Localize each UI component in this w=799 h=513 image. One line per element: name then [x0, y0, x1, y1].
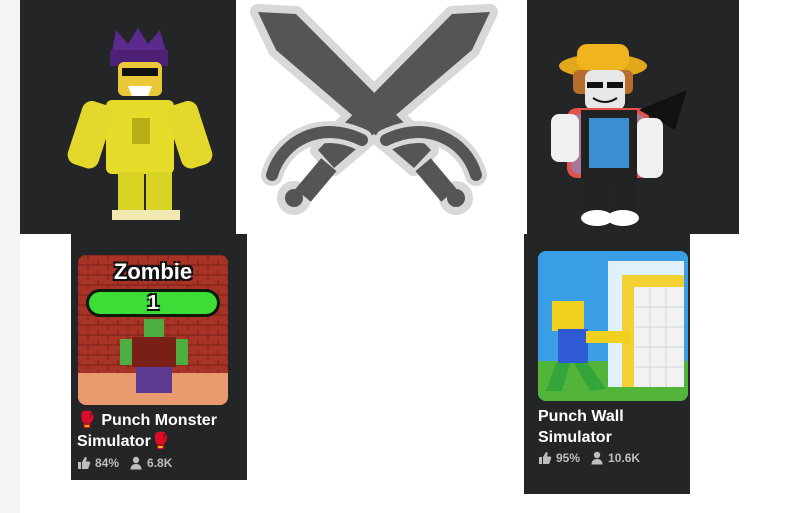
- thumbs-up-icon: [539, 452, 552, 464]
- players-stat: 6.8K: [129, 456, 172, 470]
- battle-icon-area: [236, 0, 527, 234]
- player-avatar-right[interactable]: [527, 0, 739, 234]
- person-icon: [130, 456, 142, 470]
- game-thumbnail[interactable]: Zombie 1: [78, 255, 228, 405]
- game-stats: 95% 10.6K: [538, 451, 650, 465]
- avatar-bucket-hat-icon: [551, 44, 687, 226]
- game-title[interactable]: Punch Wall Simulator: [538, 406, 688, 448]
- thumbnail-level: 1: [86, 289, 220, 317]
- game-title[interactable]: 🥊 Punch Monster Simulator🥊: [77, 410, 245, 452]
- rating-value: 95%: [556, 451, 581, 465]
- avatar-yellow-crown-icon: [67, 28, 213, 220]
- players-stat: 10.6K: [590, 451, 640, 465]
- thumbnail-banner: Zombie: [113, 259, 193, 284]
- players-value: 10.6K: [608, 451, 641, 465]
- rating-stat: 84%: [77, 456, 119, 470]
- punch-wall-thumbnail-art: [538, 251, 688, 401]
- game-card-punch-monster[interactable]: Zombie 1 🥊 Punch Monster Simulator🥊 84% …: [71, 234, 247, 480]
- rating-stat: 95%: [538, 451, 580, 465]
- person-icon: [591, 451, 603, 465]
- players-value: 6.8K: [147, 456, 173, 470]
- game-thumbnail[interactable]: [538, 251, 688, 401]
- crossed-swords-icon: [250, 4, 498, 215]
- game-stats: 84% 6.8K: [77, 456, 182, 470]
- rating-value: 84%: [95, 456, 120, 470]
- game-card-punch-wall[interactable]: Punch Wall Simulator 95% 10.6K: [524, 234, 690, 494]
- player-avatar-left[interactable]: [20, 0, 236, 234]
- page-left-gutter: [0, 0, 20, 513]
- thumbs-up-icon: [78, 457, 91, 469]
